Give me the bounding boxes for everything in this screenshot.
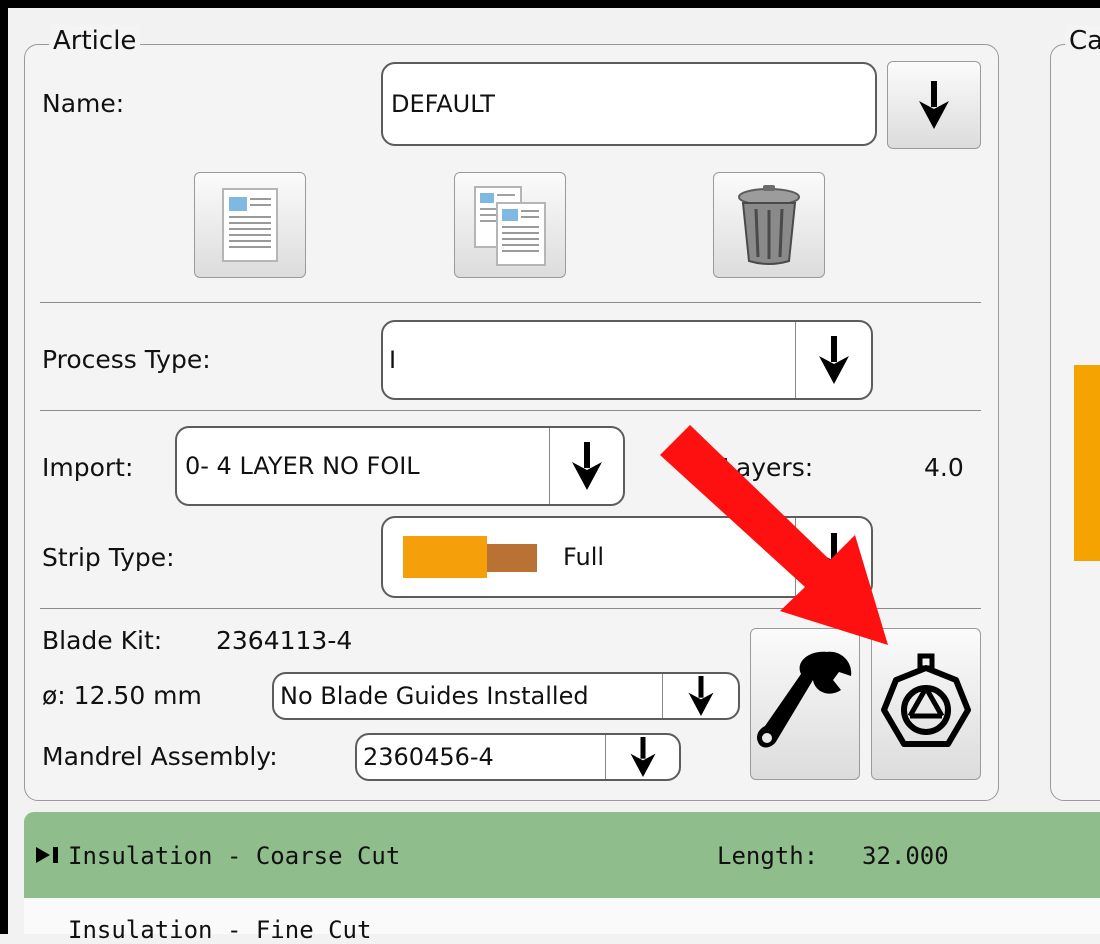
play-step-icon	[36, 847, 58, 863]
trash-can-icon	[738, 185, 800, 265]
name-value: DEFAULT	[391, 90, 495, 118]
window-frame-left	[0, 0, 8, 934]
dropdown-arrow-icon	[630, 737, 656, 777]
orange-indicator-bar	[1074, 365, 1100, 561]
process-type-value: I	[389, 346, 397, 374]
new-article-button[interactable]	[194, 172, 306, 278]
strip-type-value: Full	[563, 543, 605, 571]
strip-graphic-brown	[487, 544, 537, 572]
dropdown-arrow-icon	[688, 676, 714, 716]
copy-article-button[interactable]	[454, 172, 566, 278]
new-document-icon	[222, 188, 278, 262]
process-type-label: Process Type:	[42, 345, 211, 374]
mandrel-assembly-arrow[interactable]	[607, 735, 679, 779]
strip-graphic-orange	[403, 536, 487, 578]
article-group-title: Article	[49, 25, 141, 57]
name-field[interactable]: DEFAULT	[381, 62, 877, 146]
name-dropdown-button[interactable]	[887, 61, 981, 149]
divider-2	[40, 410, 981, 411]
blade-kit-label: Blade Kit:	[42, 626, 163, 655]
strip-type-label: Strip Type:	[42, 543, 175, 572]
window-frame-top	[0, 0, 1100, 8]
blade-guides-arrow[interactable]	[664, 674, 738, 718]
length-value: 32.000	[862, 842, 949, 870]
import-arrow[interactable]	[551, 428, 623, 504]
annotation-arrow	[660, 425, 888, 645]
delete-article-button[interactable]	[713, 172, 825, 278]
active-step-name: Insulation - Coarse Cut	[68, 842, 401, 870]
blade-head-icon	[881, 653, 971, 747]
diameter-label: ø: 12.50 mm	[42, 681, 202, 710]
wrench-icon	[757, 651, 852, 748]
divider-1	[40, 302, 981, 303]
blade-guides-dropdown[interactable]: No Blade Guides Installed	[272, 672, 740, 720]
blade-guides-value: No Blade Guides Installed	[280, 682, 589, 710]
dropdown-arrow-icon	[919, 81, 949, 129]
import-label: Import:	[42, 453, 134, 482]
import-dropdown[interactable]: 0- 4 LAYER NO FOIL	[175, 426, 625, 506]
blade-kit-value: 2364113-4	[216, 626, 353, 655]
length-label: Length:	[717, 842, 819, 870]
process-type-arrow[interactable]	[797, 322, 871, 398]
layers-value: 4.0	[924, 453, 964, 482]
process-type-dropdown[interactable]: I	[381, 320, 873, 400]
dropdown-separator	[795, 322, 796, 398]
dropdown-arrow-icon	[572, 442, 602, 490]
dropdown-separator	[662, 674, 663, 718]
mandrel-assembly-label: Mandrel Assembly:	[42, 742, 278, 771]
import-value: 0- 4 LAYER NO FOIL	[185, 452, 420, 480]
dropdown-separator	[605, 735, 606, 779]
name-label: Name:	[42, 89, 125, 118]
dropdown-arrow-icon	[819, 336, 849, 384]
right-group-title: Ca	[1065, 25, 1100, 57]
copy-document-icon	[474, 186, 546, 266]
mandrel-assembly-dropdown[interactable]: 2360456-4	[355, 733, 681, 781]
next-step-name: Insulation - Fine Cut	[68, 916, 372, 944]
dropdown-separator	[549, 428, 550, 504]
mandrel-assembly-value: 2360456-4	[363, 743, 494, 771]
